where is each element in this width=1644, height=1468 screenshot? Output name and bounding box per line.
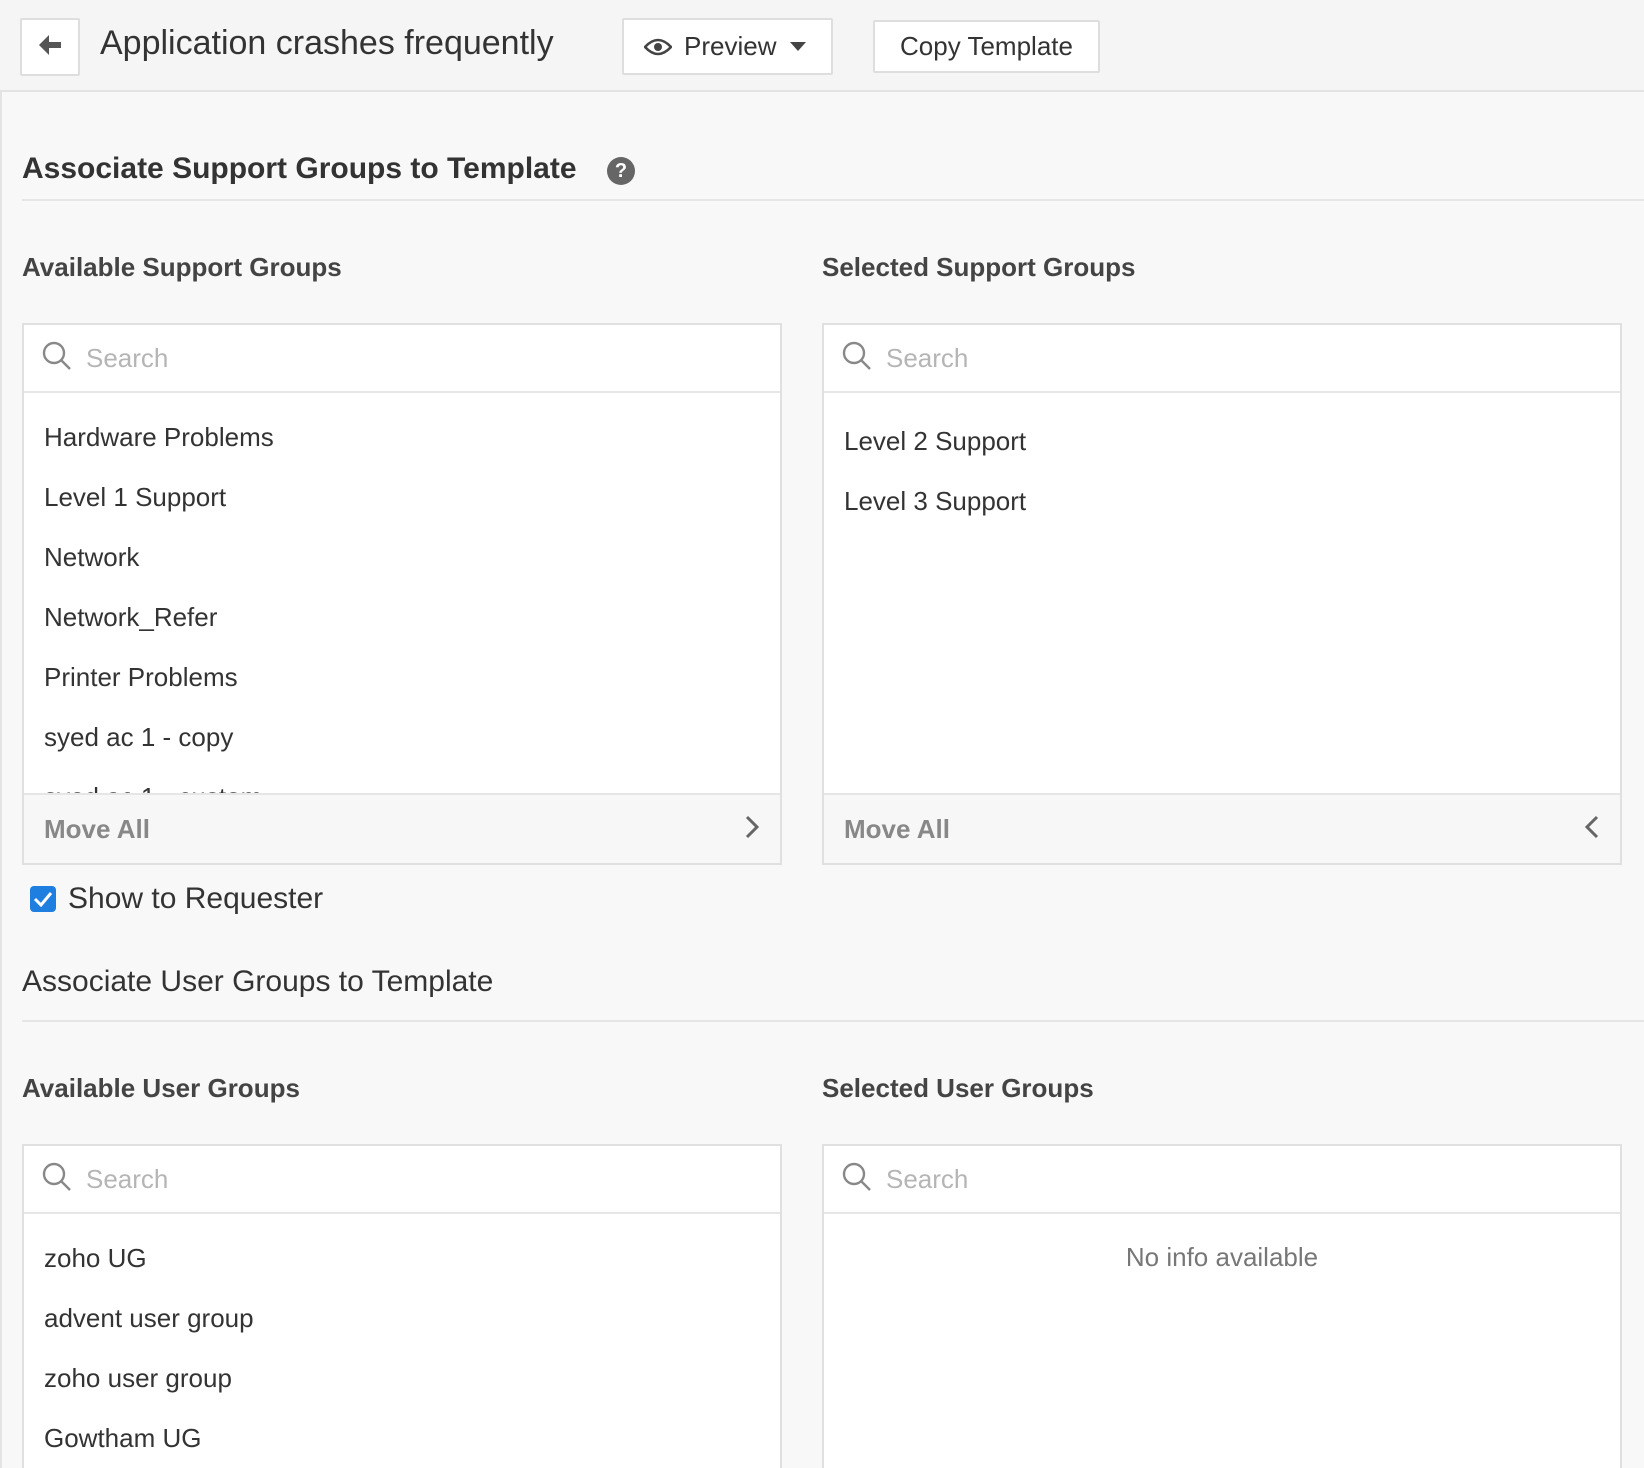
move-all-left-button[interactable]: Move All (824, 793, 1620, 863)
available-user-search (24, 1146, 780, 1214)
available-support-list: Hardware Problems Level 1 Support Networ… (22, 323, 782, 865)
section-divider (22, 199, 1644, 201)
selected-support-search-input[interactable] (886, 342, 1548, 374)
search-icon (842, 1162, 872, 1197)
show-to-requester-label: Show to Requester (68, 882, 324, 915)
back-button[interactable] (20, 18, 80, 76)
eye-icon (644, 38, 672, 56)
move-all-label: Move All (44, 813, 150, 844)
page-title: Application crashes frequently (100, 24, 554, 62)
section-divider (22, 1020, 1644, 1022)
list-item[interactable]: Level 2 Support (824, 411, 1620, 471)
list-item[interactable]: Level 1 Support (24, 467, 780, 527)
selected-support-search (824, 325, 1620, 393)
arrow-left-icon (37, 33, 63, 62)
show-to-requester-checkbox[interactable]: Show to Requester (30, 882, 323, 916)
list-item[interactable]: syed ac 1 - copy (24, 707, 780, 767)
copy-template-button[interactable]: Copy Template (873, 20, 1100, 73)
chevron-left-icon (1584, 814, 1600, 845)
support-section-title: Associate Support Groups to Template (22, 152, 577, 185)
left-border (0, 92, 2, 1468)
caret-down-icon (790, 41, 807, 52)
selected-support-label: Selected Support Groups (822, 252, 1136, 282)
search-icon (842, 341, 872, 376)
checkmark-icon[interactable] (30, 886, 56, 912)
search-icon (42, 1162, 72, 1197)
user-section-title: Associate User Groups to Template (22, 965, 494, 998)
list-item[interactable]: Network (24, 527, 780, 587)
search-icon (42, 341, 72, 376)
selected-user-label: Selected User Groups (822, 1073, 1094, 1103)
available-support-search-input[interactable] (86, 342, 714, 374)
available-support-search (24, 325, 780, 393)
selected-support-list: Level 2 Support Level 3 Support Move All (822, 323, 1622, 865)
list-item[interactable]: Network_Refer (24, 587, 780, 647)
available-user-search-input[interactable] (86, 1163, 714, 1195)
header-bar: Application crashes frequently Preview C… (0, 0, 1644, 92)
list-item[interactable]: Printer Problems (24, 647, 780, 707)
chevron-right-icon (744, 814, 760, 845)
selected-user-search-input[interactable] (886, 1163, 1548, 1195)
selected-user-list: No info available (822, 1144, 1622, 1468)
empty-state-text: No info available (1125, 1242, 1319, 1272)
move-all-label: Move All (844, 813, 950, 844)
list-item[interactable]: zoho user group (24, 1348, 780, 1408)
move-all-right-button[interactable]: Move All (24, 793, 780, 863)
available-user-label: Available User Groups (22, 1073, 300, 1103)
selected-user-search (824, 1146, 1620, 1214)
available-user-list: zoho UG advent user group zoho user grou… (22, 1144, 782, 1468)
list-item[interactable]: Gowtham UG (24, 1408, 780, 1468)
list-item[interactable]: syed ac 1 - custom (24, 767, 780, 795)
selected-support-items: Level 2 Support Level 3 Support (824, 395, 1620, 795)
list-item[interactable]: Level 3 Support (824, 471, 1620, 531)
preview-button[interactable]: Preview (622, 18, 833, 75)
list-item[interactable]: advent user group (24, 1288, 780, 1348)
available-support-label: Available Support Groups (22, 252, 342, 282)
list-item[interactable]: Hardware Problems (24, 407, 780, 467)
available-support-items: Hardware Problems Level 1 Support Networ… (24, 395, 780, 795)
question-circle-icon[interactable]: ? (607, 157, 635, 185)
preview-label: Preview (684, 31, 777, 61)
available-user-items: zoho UG advent user group zoho user grou… (24, 1216, 780, 1468)
list-item[interactable]: zoho UG (24, 1228, 780, 1288)
